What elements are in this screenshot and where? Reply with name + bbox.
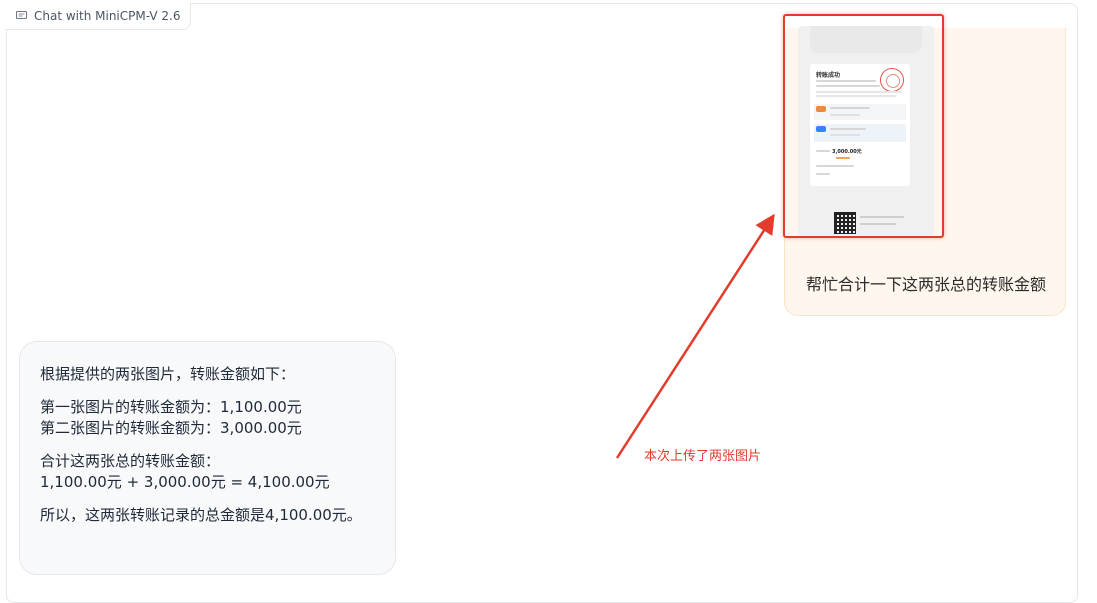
bot-conclusion: 所以，这两张转账记录的总金额是4,100.00元。 <box>40 506 362 524</box>
bot-intro: 根据提供的两张图片，转账金额如下： <box>40 365 296 383</box>
chat-label: Chat with MiniCPM-V 2.6 <box>6 3 192 30</box>
image-highlight-box <box>783 14 944 238</box>
bot-line-second: 第二张图片的转账金额为：3,000.00元 <box>40 419 302 437</box>
bot-sum-title: 合计这两张总的转账金额： <box>40 452 221 470</box>
chat-title: Chat with MiniCPM-V 2.6 <box>34 9 181 23</box>
user-question-text: 帮忙合计一下这两张总的转账金额 <box>806 275 1047 294</box>
bot-sum-formula: 1,100.00元 + 3,000.00元 = 4,100.00元 <box>40 473 330 491</box>
chat-bubble-icon <box>16 11 27 19</box>
annotation-text: 本次上传了两张图片 <box>644 449 762 464</box>
bot-message-bubble: 根据提供的两张图片，转账金额如下： 第一张图片的转账金额为：1,100.00元 … <box>19 341 396 575</box>
bot-line-first: 第一张图片的转账金额为：1,100.00元 <box>40 398 302 416</box>
